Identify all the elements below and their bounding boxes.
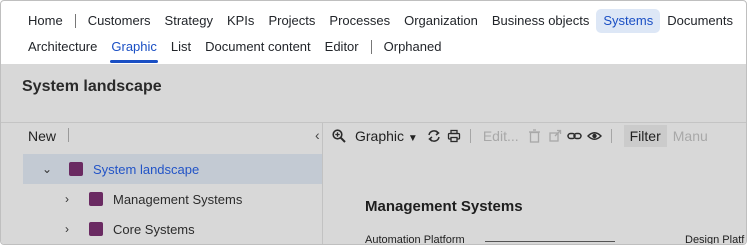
system-icon <box>89 192 103 206</box>
zoom-icon[interactable] <box>329 126 349 146</box>
refresh-icon[interactable] <box>424 126 444 146</box>
nav-item-processes[interactable]: Processes <box>322 9 397 33</box>
subnav-item-graphic[interactable]: Graphic <box>104 35 164 63</box>
chevron-right-icon[interactable]: › <box>61 192 73 206</box>
nav-item-strategy[interactable]: Strategy <box>158 9 220 33</box>
nav-item-kpis[interactable]: KPIs <box>220 9 261 33</box>
nav-item-organization[interactable]: Organization <box>397 9 485 33</box>
toolbar-separator <box>68 128 69 142</box>
subnav-item-orphaned[interactable]: Orphaned <box>377 35 449 59</box>
page-title: System landscape <box>22 78 162 95</box>
chevron-right-icon[interactable]: › <box>61 222 73 236</box>
delete-icon[interactable] <box>525 126 545 146</box>
graphic-node-design-platform[interactable]: Design Platf <box>685 234 744 244</box>
toolbar-separator <box>469 129 471 143</box>
eye-icon[interactable] <box>585 126 605 146</box>
nav-item-systems[interactable]: Systems <box>596 9 661 33</box>
nav-separator <box>74 14 76 28</box>
app-window: Home Customers Strategy KPIs Projects Pr… <box>0 0 747 245</box>
filter-button[interactable]: Filter <box>623 125 667 147</box>
nav-item-home[interactable]: Home <box>21 9 70 33</box>
graphic-toolbar: Graphic ▼ Edit... Filter Manu <box>329 125 714 147</box>
nav-item-business-objects[interactable]: Business objects <box>485 9 597 33</box>
system-icon <box>89 222 103 236</box>
subnav-item-list[interactable]: List <box>164 35 198 59</box>
export-icon[interactable] <box>545 126 565 146</box>
manual-button[interactable]: Manu <box>667 128 714 144</box>
nav-separator <box>370 40 372 54</box>
subnav-item-document-content[interactable]: Document content <box>198 35 318 59</box>
divider <box>1 122 746 123</box>
collapse-panel-icon[interactable]: ‹ <box>315 127 320 143</box>
tree-item-core-systems[interactable]: › Core Systems <box>23 214 322 244</box>
system-icon <box>69 162 83 176</box>
caret-down-icon: ▼ <box>407 133 418 144</box>
graphic-heading: Management Systems <box>365 198 523 215</box>
tree-item-label: Management Systems <box>113 191 243 207</box>
subnav-item-architecture[interactable]: Architecture <box>21 35 104 59</box>
print-icon[interactable] <box>444 126 464 146</box>
tree-item-system-landscape[interactable]: ⌄ System landscape <box>23 154 322 184</box>
nav-item-documents[interactable]: Documents <box>660 9 740 33</box>
nav-item-projects[interactable]: Projects <box>261 9 322 33</box>
subnav-item-editor[interactable]: Editor <box>318 35 366 59</box>
chevron-down-icon[interactable]: ⌄ <box>41 162 53 176</box>
link-icon[interactable] <box>565 126 585 146</box>
graphic-connector <box>485 241 615 242</box>
graphic-node-automation-platform[interactable]: Automation Platform <box>365 234 465 244</box>
view-select-label: Graphic <box>355 128 405 144</box>
tree-item-label: Core Systems <box>113 221 195 237</box>
toolbar-separator <box>610 129 612 143</box>
nav-item-customers[interactable]: Customers <box>81 9 158 33</box>
view-select[interactable]: Graphic ▼ <box>349 128 424 144</box>
sub-navigation: Architecture Graphic List Document conte… <box>21 34 449 63</box>
main-navigation: Home Customers Strategy KPIs Projects Pr… <box>21 8 740 34</box>
edit-button[interactable]: Edit... <box>477 128 525 144</box>
tree-item-label: System landscape <box>93 161 200 177</box>
panel-divider[interactable] <box>322 123 323 244</box>
tree-item-management-systems[interactable]: › Management Systems <box>23 184 322 214</box>
new-button[interactable]: New <box>28 128 56 144</box>
